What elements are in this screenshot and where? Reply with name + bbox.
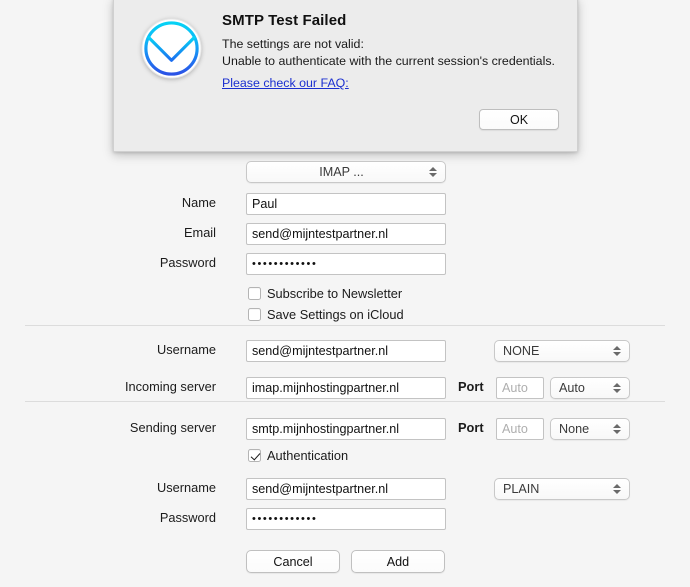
add-button[interactable]: Add (351, 550, 445, 573)
account-type-value: IMAP ... (319, 165, 364, 179)
dialog-message: The settings are not valid: Unable to au… (222, 36, 555, 69)
airmail-app-icon (140, 17, 203, 80)
checkbox-checked-icon (248, 449, 261, 462)
auth-method-value: PLAIN (503, 482, 540, 496)
checkbox-box-icon (248, 308, 261, 321)
sending-port-mode-value: None (559, 422, 590, 436)
section-divider (25, 325, 665, 326)
incoming-port-label: Port (458, 379, 484, 394)
sending-port-label: Port (458, 420, 484, 435)
dialog-title: SMTP Test Failed (222, 12, 347, 29)
section-divider (25, 401, 665, 402)
incoming-security-select[interactable]: NONE (494, 340, 630, 362)
chevron-updown-icon (428, 164, 437, 180)
sending-username-label: Username (156, 480, 216, 495)
chevron-updown-icon (612, 481, 621, 497)
incoming-server-label: Incoming server (124, 379, 216, 394)
smtp-test-failed-dialog: SMTP Test Failed The settings are not va… (113, 0, 578, 152)
incoming-server-input[interactable]: imap.mijnhostingpartner.nl (246, 377, 446, 399)
chevron-updown-icon (612, 380, 621, 396)
dialog-message-line-1: The settings are not valid: (222, 37, 364, 51)
authentication-checkbox[interactable]: Authentication (248, 448, 348, 463)
authentication-label: Authentication (267, 448, 349, 463)
ok-button[interactable]: OK (479, 109, 559, 130)
password-input[interactable]: •••••••••••• (246, 253, 446, 275)
sending-username-input[interactable]: send@mijntestpartner.nl (246, 478, 446, 500)
sending-port-mode-select[interactable]: None (550, 418, 630, 440)
chevron-updown-icon (612, 421, 621, 437)
chevron-updown-icon (612, 343, 621, 359)
password-masked-value: •••••••••••• (252, 513, 318, 525)
incoming-port-mode-select[interactable]: Auto (550, 377, 630, 399)
account-setup-window: SMTP Test Failed The settings are not va… (0, 0, 690, 587)
save-settings-icloud-checkbox[interactable]: Save Settings on iCloud (248, 307, 404, 322)
sending-port-input[interactable]: Auto (496, 418, 544, 440)
name-input[interactable]: Paul (246, 193, 446, 215)
checkbox-box-icon (248, 287, 261, 300)
incoming-username-input[interactable]: send@mijntestpartner.nl (246, 340, 446, 362)
save-settings-icloud-label: Save Settings on iCloud (267, 307, 404, 322)
subscribe-newsletter-checkbox[interactable]: Subscribe to Newsletter (248, 286, 402, 301)
incoming-port-mode-value: Auto (559, 381, 585, 395)
sending-server-label: Sending server (129, 420, 216, 435)
sending-server-input[interactable]: smtp.mijnhostingpartner.nl (246, 418, 446, 440)
sending-password-input[interactable]: •••••••••••• (246, 508, 446, 530)
account-type-select[interactable]: IMAP ... (246, 161, 446, 183)
incoming-username-label: Username (156, 342, 216, 357)
sending-password-label: Password (159, 510, 216, 525)
password-label: Password (159, 255, 216, 270)
incoming-security-value: NONE (503, 344, 540, 358)
dialog-message-line-2: Unable to authenticate with the current … (222, 53, 555, 68)
faq-link[interactable]: Please check our FAQ: (222, 76, 349, 90)
incoming-port-input[interactable]: Auto (496, 377, 544, 399)
subscribe-newsletter-label: Subscribe to Newsletter (267, 286, 403, 301)
auth-method-select[interactable]: PLAIN (494, 478, 630, 500)
password-masked-value: •••••••••••• (252, 258, 318, 270)
cancel-button[interactable]: Cancel (246, 550, 340, 573)
email-input[interactable]: send@mijntestpartner.nl (246, 223, 446, 245)
name-label: Name (181, 195, 216, 210)
email-label: Email (184, 225, 216, 240)
